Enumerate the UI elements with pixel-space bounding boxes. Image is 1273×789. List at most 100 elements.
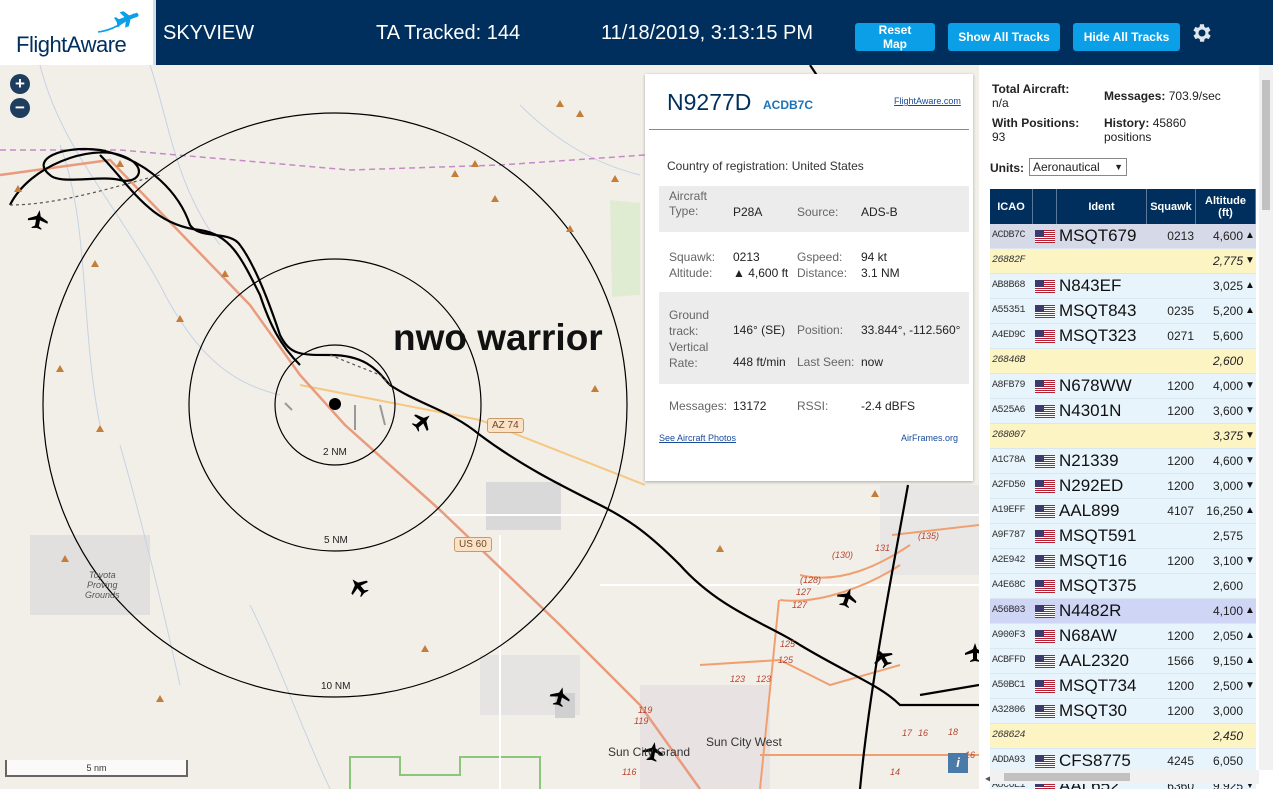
squawk-cell <box>1148 524 1196 548</box>
table-row[interactable]: A19EFF AAL899 4107 16,250 ▲ <box>990 499 1256 524</box>
ident-cell: N292ED <box>1059 476 1124 495</box>
messages-stat: Messages: 703.9/sec <box>1104 89 1221 103</box>
ident-cell: N843EF <box>1059 276 1122 295</box>
table-row[interactable]: A2E942 MSQT16 1200 3,100 ▼ <box>990 549 1256 574</box>
reset-map-button[interactable]: Reset Map <box>855 23 935 51</box>
ident-cell: N678WW <box>1059 376 1132 395</box>
last-seen-label: Last Seen: <box>797 355 855 369</box>
table-row[interactable]: A525A6 N4301N 1200 3,600 ▼ <box>990 399 1256 424</box>
with-positions-value: 93 <box>992 130 1006 144</box>
road-label-az74: AZ 74 <box>487 418 524 433</box>
column-header-ident[interactable]: Ident <box>1057 189 1147 224</box>
altitude-cell: 5,200 <box>1212 304 1243 318</box>
scrollbar-thumb[interactable] <box>1004 773 1130 781</box>
current-datetime: 11/18/2019, 3:13:15 PM <box>601 22 814 44</box>
history-label: History: <box>1104 116 1150 130</box>
units-value: Aeronautical <box>1033 160 1100 174</box>
popup-band-type: Aircraft Type: P28A Source: ADS-B <box>659 186 969 232</box>
table-row[interactable]: 268007 3,375 ▼ <box>990 424 1256 449</box>
scrollbar-thumb[interactable] <box>1262 80 1270 210</box>
table-row[interactable]: ACDB7C MSQT679 0213 4,600 ▲ <box>990 224 1256 249</box>
flightaware-logo[interactable]: FlightAware <box>0 0 156 65</box>
table-row[interactable]: A9F787 MSQT591 2,575 <box>990 524 1256 549</box>
road-number: 131 <box>875 543 891 553</box>
table-row[interactable]: A2FD50 N292ED 1200 3,000 ▼ <box>990 474 1256 499</box>
icao-cell: ACBFFD <box>992 655 1026 666</box>
altitude-cell: 3,100 <box>1212 554 1243 568</box>
squawk-cell <box>1148 274 1196 298</box>
icao-cell: A1C78A <box>992 455 1026 466</box>
ident-cell: MSQT679 <box>1059 226 1137 245</box>
table-row[interactable]: A900F3 N68AW 1200 2,050 ▲ <box>990 624 1256 649</box>
us-flag-icon <box>1035 755 1055 768</box>
icao-cell: A19EFF <box>992 505 1026 516</box>
table-row[interactable]: A50BC1 MSQT734 1200 2,500 ▼ <box>990 674 1256 699</box>
table-row[interactable]: 268624 2,450 <box>990 724 1256 749</box>
road-number: 14 <box>890 767 901 777</box>
map-info-button[interactable]: i <box>948 753 968 773</box>
road-number: 16 <box>918 728 929 738</box>
table-row[interactable]: A4E68C MSQT375 2,600 <box>990 574 1256 599</box>
hide-all-tracks-button[interactable]: Hide All Tracks <box>1073 23 1180 51</box>
position-label: Position: <box>797 323 844 337</box>
aircraft-photos-link[interactable]: See Aircraft Photos <box>659 433 736 443</box>
map-scale-bar: 5 nm <box>5 760 188 777</box>
ground-track-value: 146° (SE) <box>733 323 786 337</box>
squawk-cell: 1200 <box>1167 379 1194 393</box>
popup-band-squawk: Squawk: 0213 Gspeed: 94 kt Altitude: ▲ 4… <box>659 232 969 292</box>
table-row[interactable]: 26882F 2,775 ▼ <box>990 249 1256 274</box>
table-row[interactable]: A8FB79 N678WW 1200 4,000 ▼ <box>990 374 1256 399</box>
sidebar-vertical-scrollbar[interactable] <box>1259 65 1273 770</box>
altitude-cell: 2,575 <box>1212 529 1243 543</box>
table-row[interactable]: A56B03 N4482R 4,100 ▲ <box>990 599 1256 624</box>
source-label: Source: <box>797 205 839 219</box>
table-row[interactable]: ACBFFD AAL2320 1566 9,150 ▲ <box>990 649 1256 674</box>
squawk-cell: 1200 <box>1167 454 1194 468</box>
column-header-flag[interactable] <box>1033 189 1057 224</box>
map-view[interactable]: + − 2 NM 5 NM 10 NM AZ 74 US 60 Toyota P… <box>0 65 979 789</box>
road-number: 125 <box>780 639 796 649</box>
logo-text: FlightAware <box>16 32 127 57</box>
climb-arrow-icon <box>1244 699 1256 723</box>
ident-cell: AAL2320 <box>1059 651 1129 670</box>
ring-label-5nm: 5 NM <box>324 535 348 546</box>
altitude-value: ▲ 4,600 ft <box>733 266 789 280</box>
airframes-link[interactable]: AirFrames.org <box>901 433 958 443</box>
table-row[interactable]: A4ED9C MSQT323 0271 5,600 <box>990 324 1256 349</box>
zoom-in-button[interactable]: + <box>10 74 30 94</box>
squawk-cell: 1200 <box>1167 404 1194 418</box>
altitude-cell: 2,050 <box>1212 629 1243 643</box>
zoom-out-button[interactable]: − <box>10 98 30 118</box>
flightaware-link[interactable]: FlightAware.com <box>894 96 961 106</box>
gspeed-label: Gspeed: <box>797 250 843 264</box>
icao-cell: A525A6 <box>992 405 1026 416</box>
climb-arrow-icon <box>1244 349 1256 373</box>
app-header: FlightAware SKYVIEW TA Tracked: 144 11/1… <box>0 0 1273 65</box>
us-flag-icon <box>1035 480 1055 493</box>
road-number: (130) <box>832 550 854 560</box>
climb-arrow-icon: ▼ <box>1245 405 1255 416</box>
us-flag-icon <box>1035 305 1055 318</box>
aircraft-sidebar: Total Aircraft: n/a Messages: 703.9/sec … <box>979 65 1273 789</box>
table-row[interactable]: A32806 MSQT30 1200 3,000 <box>990 699 1256 724</box>
gear-icon[interactable] <box>1190 21 1214 45</box>
column-header-icao[interactable]: ICAO <box>990 189 1033 224</box>
sidebar-horizontal-scrollbar[interactable] <box>990 770 1259 784</box>
overlay-annotation: nwo warrior <box>393 317 603 358</box>
column-header-altitude[interactable]: Altitude (ft) <box>1196 189 1256 224</box>
road-number: (128) <box>800 575 822 585</box>
altitude-cell: 4,600 <box>1212 454 1243 468</box>
column-header-squawk[interactable]: Squawk <box>1147 189 1196 224</box>
show-all-tracks-button[interactable]: Show All Tracks <box>948 23 1060 51</box>
us-flag-icon <box>1035 505 1055 518</box>
table-row[interactable]: A55351 MSQT843 0235 5,200 ▲ <box>990 299 1256 324</box>
climb-arrow-icon: ▼ <box>1245 255 1255 266</box>
table-row[interactable]: AB8B68 N843EF 3,025 ▲ <box>990 274 1256 299</box>
icao-cell: A56B03 <box>992 605 1026 616</box>
table-row[interactable]: 26846B 2,600 <box>990 349 1256 374</box>
climb-arrow-icon: ▲ <box>1245 655 1255 666</box>
country-of-registration: Country of registration: United States <box>667 159 864 173</box>
units-select[interactable]: Aeronautical ▼ <box>1029 158 1127 176</box>
climb-arrow-icon: ▲ <box>1245 280 1255 291</box>
table-row[interactable]: A1C78A N21339 1200 4,600 ▼ <box>990 449 1256 474</box>
